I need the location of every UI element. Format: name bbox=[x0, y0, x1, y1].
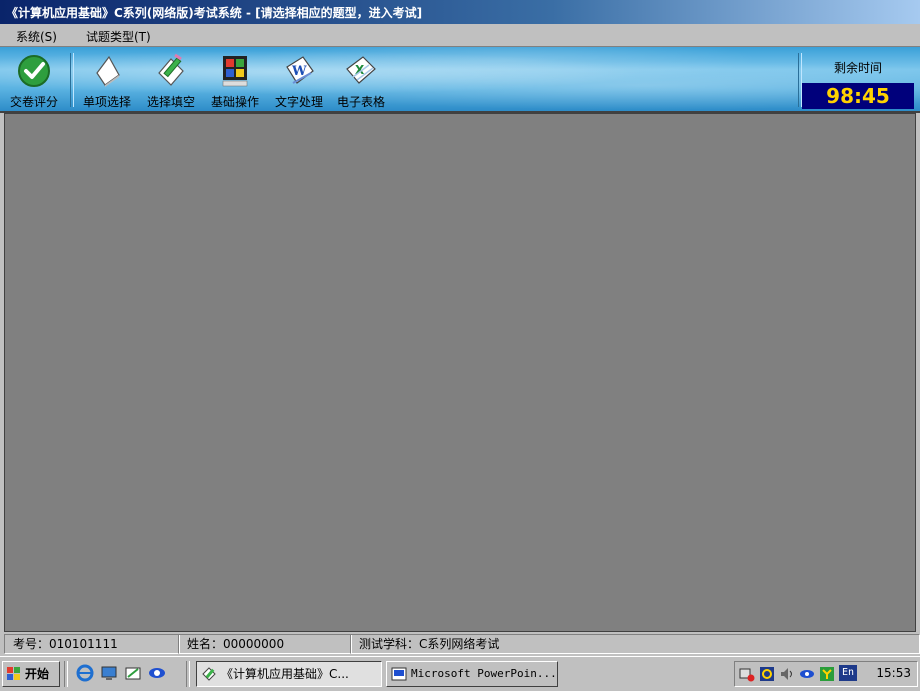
single-choice-button[interactable]: 单项选择 bbox=[76, 49, 138, 109]
workspace-area bbox=[4, 113, 916, 632]
submit-grade-label: 交卷评分 bbox=[9, 95, 58, 109]
task-exam-label: 《计算机应用基础》C... bbox=[221, 667, 349, 681]
toolbar-separator bbox=[70, 53, 74, 107]
channels-icon[interactable] bbox=[148, 664, 166, 682]
remaining-time-panel: 剩余时间 98:45 bbox=[802, 49, 914, 109]
windows-book-icon bbox=[222, 56, 248, 87]
volume-icon[interactable] bbox=[779, 666, 795, 682]
title-bar[interactable]: 《计算机应用基础》C系列(网络版)考试系统 - [请选择相应的题型，进入考试] bbox=[0, 0, 920, 24]
antivirus-icon[interactable] bbox=[759, 666, 775, 682]
task-exam-system[interactable]: 《计算机应用基础》C... bbox=[196, 661, 382, 687]
menu-bar: 系统(S) 试题类型(T) bbox=[0, 24, 920, 47]
channel-bar-icon[interactable] bbox=[799, 666, 815, 682]
exam-app-icon bbox=[202, 667, 216, 681]
fill-blank-button[interactable]: 选择填空 bbox=[140, 49, 202, 109]
language-indicator[interactable]: En bbox=[839, 665, 857, 681]
toolbar: 交卷评分 单项选择 选择填空 基础操作 W 文字处理 X 电子表格 剩余时间 9… bbox=[0, 47, 920, 113]
submit-grade-button[interactable]: 交卷评分 bbox=[2, 49, 66, 109]
status-bar: 考号：010101111 姓名：00000000 测试学科：C系列网络考试 bbox=[0, 632, 920, 654]
show-desktop-icon[interactable] bbox=[100, 664, 118, 682]
exam-number: 考号：010101111 bbox=[4, 634, 180, 654]
word-doc-icon: W bbox=[286, 56, 314, 84]
clock[interactable]: 15:53 bbox=[876, 666, 911, 680]
menu-system[interactable]: 系统(S) bbox=[12, 27, 61, 46]
task-powerpoint[interactable]: Microsoft PowerPoin... bbox=[386, 661, 558, 687]
windows-logo-icon bbox=[7, 667, 20, 680]
network-icon[interactable] bbox=[739, 666, 755, 682]
spreadsheet-button[interactable]: X 电子表格 bbox=[330, 49, 392, 109]
taskbar-separator bbox=[186, 661, 190, 687]
spreadsheet-label: 电子表格 bbox=[336, 95, 385, 109]
start-button[interactable]: 开始 bbox=[2, 661, 60, 687]
menu-question-type[interactable]: 试题类型(T) bbox=[82, 27, 155, 46]
candidate-name: 姓名：00000000 bbox=[178, 634, 352, 654]
basic-ops-label: 基础操作 bbox=[210, 95, 259, 109]
powerpoint-icon bbox=[391, 667, 407, 681]
outlook-express-icon[interactable] bbox=[124, 664, 142, 682]
word-processing-button[interactable]: W 文字处理 bbox=[268, 49, 330, 109]
start-label: 开始 bbox=[25, 667, 50, 681]
paper-icon bbox=[96, 55, 120, 87]
window-title: 《计算机应用基础》C系列(网络版)考试系统 - [请选择相应的题型，进入考试] bbox=[6, 6, 423, 20]
exam-subject: 测试学科：C系列网络考试 bbox=[350, 634, 920, 654]
basic-ops-button[interactable]: 基础操作 bbox=[204, 49, 266, 109]
remaining-time-label: 剩余时间 bbox=[833, 61, 882, 75]
remaining-time-value: 98:45 bbox=[802, 83, 914, 109]
check-circle-icon bbox=[18, 55, 50, 87]
taskbar-separator bbox=[64, 661, 68, 687]
input-method-icon[interactable] bbox=[819, 666, 835, 682]
word-processing-label: 文字处理 bbox=[274, 95, 323, 109]
fill-blank-label: 选择填空 bbox=[146, 95, 195, 109]
pencil-paper-icon bbox=[158, 53, 184, 86]
taskbar: 开始 《计算机应用基础》C... Microsoft PowerPoin... bbox=[0, 656, 920, 691]
system-tray: En 15:53 bbox=[734, 661, 918, 687]
internet-explorer-icon[interactable] bbox=[76, 664, 94, 682]
task-powerpoint-label: Microsoft PowerPoin... bbox=[411, 667, 557, 680]
excel-sheet-icon: X bbox=[346, 56, 376, 84]
single-choice-label: 单项选择 bbox=[82, 95, 131, 109]
